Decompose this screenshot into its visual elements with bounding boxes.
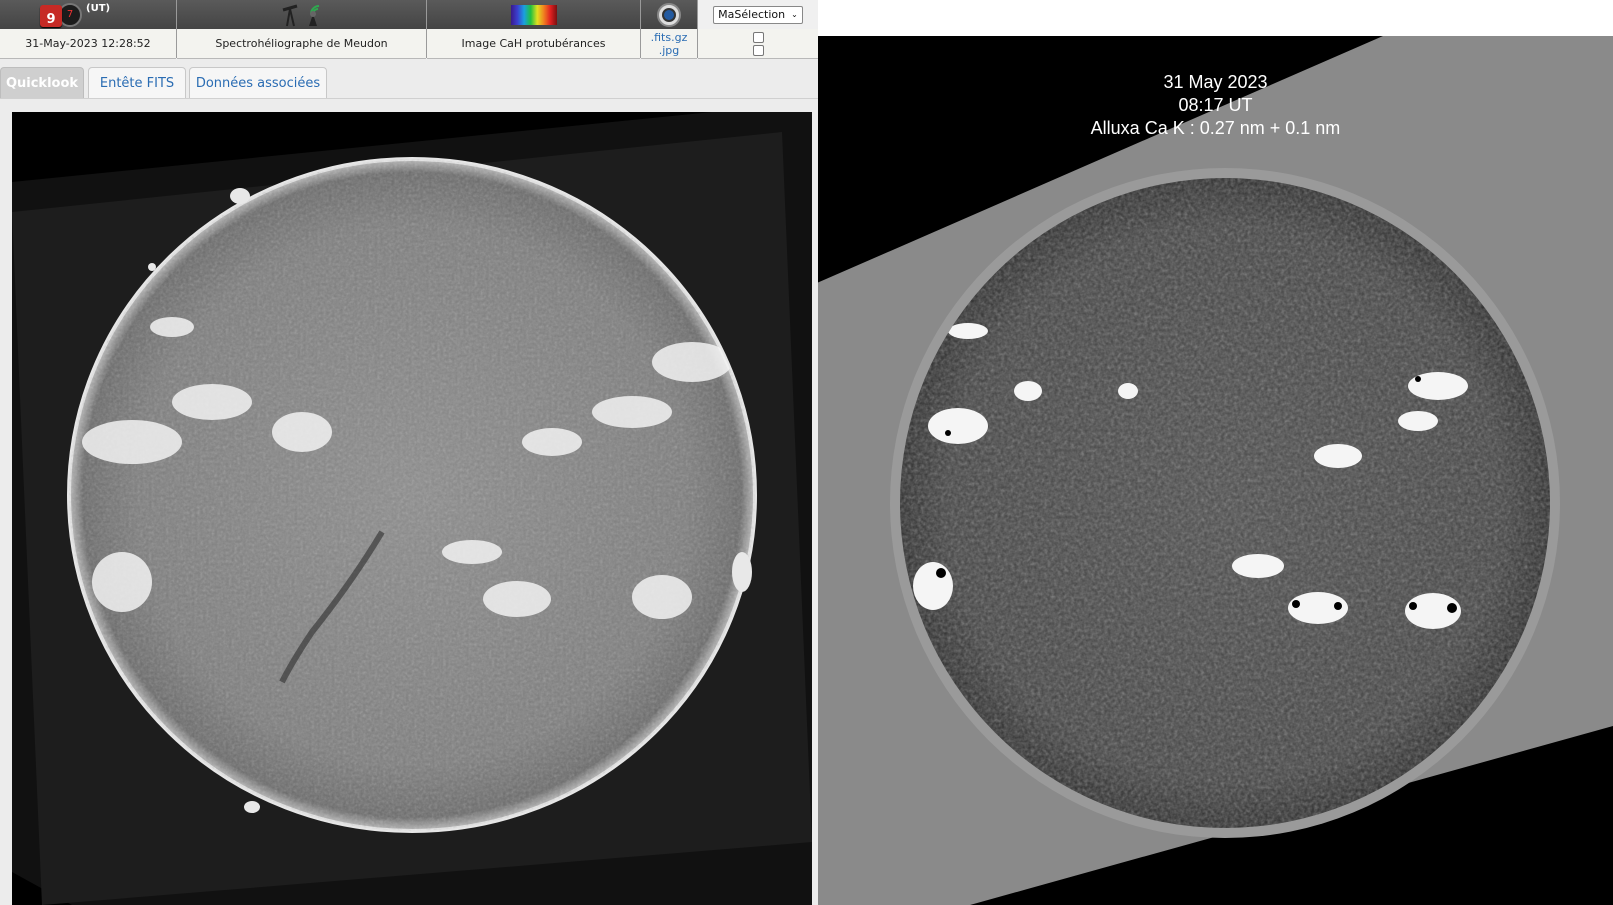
- sun-image-cah: [12, 112, 812, 905]
- tab-fits-header[interactable]: Entête FITS: [88, 67, 186, 98]
- bass2000-panel: 9 7 (UT) 31-May-2023 12:28:52 Spectrohél…: [0, 0, 818, 905]
- select-item-checkbox[interactable]: [752, 44, 764, 56]
- cak-observation-panel: 31 May 2023 08:17 UT Alluxa Ca K : 0.27 …: [818, 0, 1613, 905]
- fits-download-link[interactable]: .fits.gz: [651, 31, 688, 44]
- sun-image-cak: 31 May 2023 08:17 UT Alluxa Ca K : 0.27 …: [818, 36, 1613, 905]
- observation-date: 31 May 2023: [1163, 72, 1268, 92]
- cak-disc-graphic: [818, 36, 1613, 905]
- instrument-cell: Spectrohéliographe de Meudon: [177, 0, 427, 59]
- tab-bar: Quicklook Entête FITS Données associées: [0, 64, 818, 99]
- selection-dropdown[interactable]: MaSélection ⌄: [713, 5, 803, 24]
- telescope-icon: [282, 4, 319, 26]
- format-cell: .fits.gz .jpg: [641, 0, 698, 59]
- camera-icon: [657, 2, 681, 27]
- timezone-label: (UT): [86, 3, 111, 14]
- quicklook-image: [12, 112, 812, 905]
- tab-quicklook[interactable]: Quicklook: [0, 67, 84, 98]
- tab-associated-data[interactable]: Données associées: [189, 67, 327, 98]
- chevron-down-icon: ⌄: [791, 10, 798, 19]
- product-cell: Image CaH protubérances: [427, 0, 641, 59]
- product-label: Image CaH protubérances: [427, 29, 640, 59]
- instrument-link[interactable]: Spectrohéliographe de Meudon: [177, 29, 426, 59]
- observation-header: 9 7 (UT) 31-May-2023 12:28:52 Spectrohél…: [0, 0, 818, 59]
- calendar-icon: 9: [40, 4, 62, 27]
- jpg-download-link[interactable]: .jpg: [659, 44, 680, 57]
- selection-cell: MaSélection ⌄: [698, 0, 818, 59]
- select-all-checkbox[interactable]: [752, 31, 764, 43]
- filter-label: Alluxa Ca K : 0.27 nm + 0.1 nm: [1090, 118, 1341, 138]
- observation-datetime: 31-May-2023 12:28:52: [0, 29, 176, 59]
- datetime-cell: 9 7 (UT) 31-May-2023 12:28:52: [0, 0, 177, 59]
- observation-time: 08:17 UT: [1178, 95, 1253, 115]
- spectrum-icon: [510, 4, 557, 25]
